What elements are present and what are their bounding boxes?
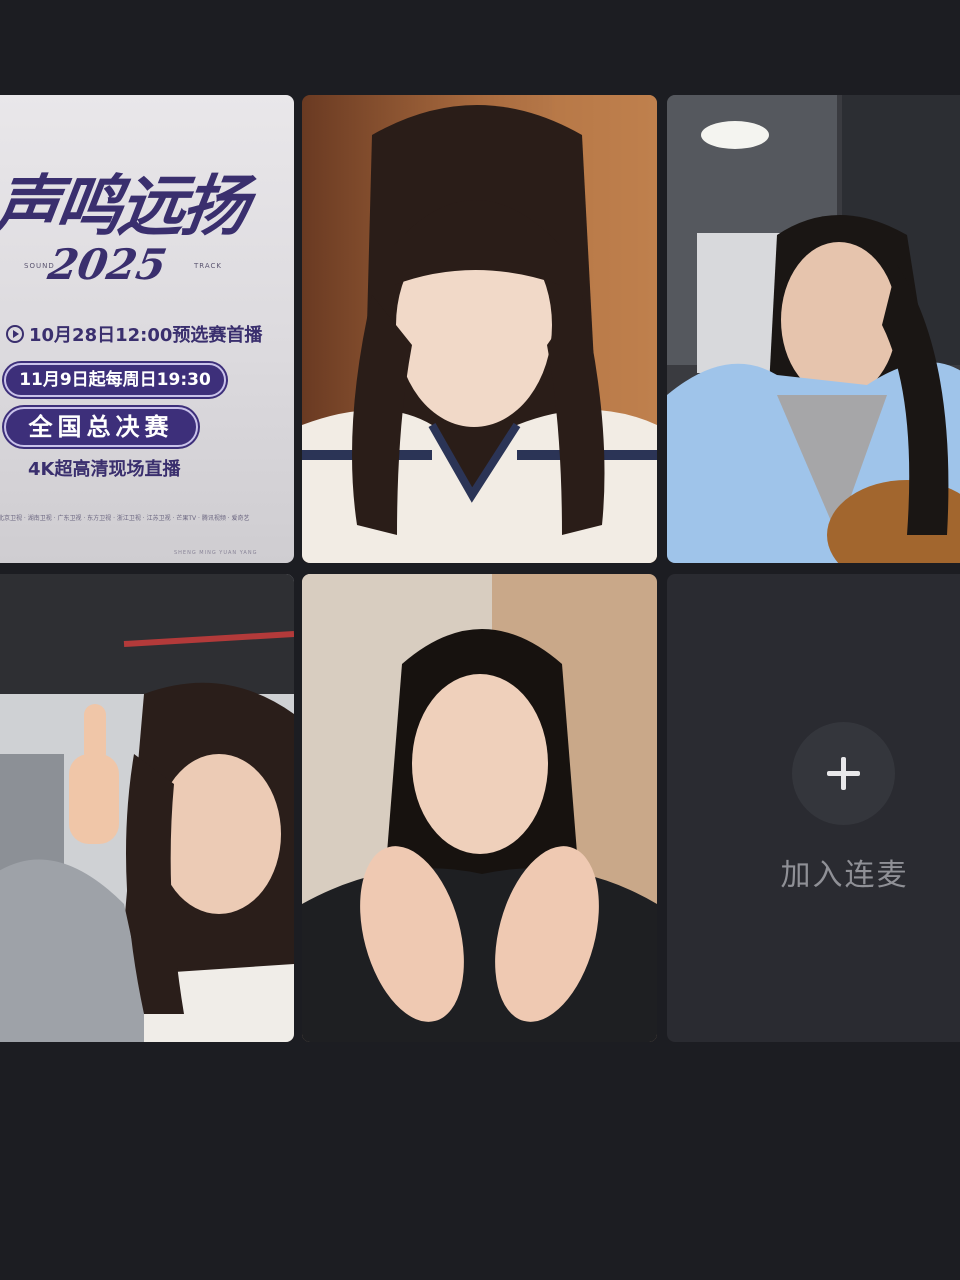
video-tile-host-4[interactable] — [0, 574, 294, 1042]
join-slot-tile[interactable]: 加入连麦 — [667, 574, 960, 1042]
co-host-grid: 声鸣远扬 SOUND 2025 TRACK 10月28日12:00预选赛首播 1… — [0, 0, 960, 1280]
poster-premiere-text: 10月28日12:00预选赛首播 — [29, 325, 263, 346]
poster-track-label: TRACK — [194, 262, 222, 270]
plus-icon — [827, 757, 860, 790]
video-frame — [667, 95, 960, 563]
video-frame — [0, 574, 294, 1042]
play-circle-icon — [6, 325, 24, 343]
poster-premiere: 10月28日12:00预选赛首播 — [6, 321, 262, 347]
join-mic-button[interactable] — [792, 722, 895, 825]
video-frame — [302, 574, 657, 1042]
poster-footer: SHENG MING YUAN YANG — [174, 550, 258, 556]
poster-year: 2025 — [44, 240, 171, 289]
poster-sponsors: 北京卫视 · 湖南卫视 · 广东卫视 · 东方卫视 · 浙江卫视 · 江苏卫视 … — [0, 515, 250, 522]
video-frame — [302, 95, 657, 563]
poster-schedule-pill: 11月9日起每周日19:30 — [4, 363, 226, 397]
video-tile-host-5[interactable] — [302, 574, 657, 1042]
join-mic-label[interactable]: 加入连麦 — [757, 850, 932, 894]
video-tile-host-2[interactable] — [302, 95, 657, 563]
poster-title: 声鸣远扬 — [0, 167, 251, 245]
poster-finals-pill: 全国总决赛 — [4, 407, 198, 447]
promo-poster-tile[interactable]: 声鸣远扬 SOUND 2025 TRACK 10月28日12:00预选赛首播 1… — [0, 95, 294, 563]
video-tile-host-3[interactable] — [667, 95, 960, 563]
poster-broadcast: 4K超高清现场直播 — [28, 459, 181, 480]
